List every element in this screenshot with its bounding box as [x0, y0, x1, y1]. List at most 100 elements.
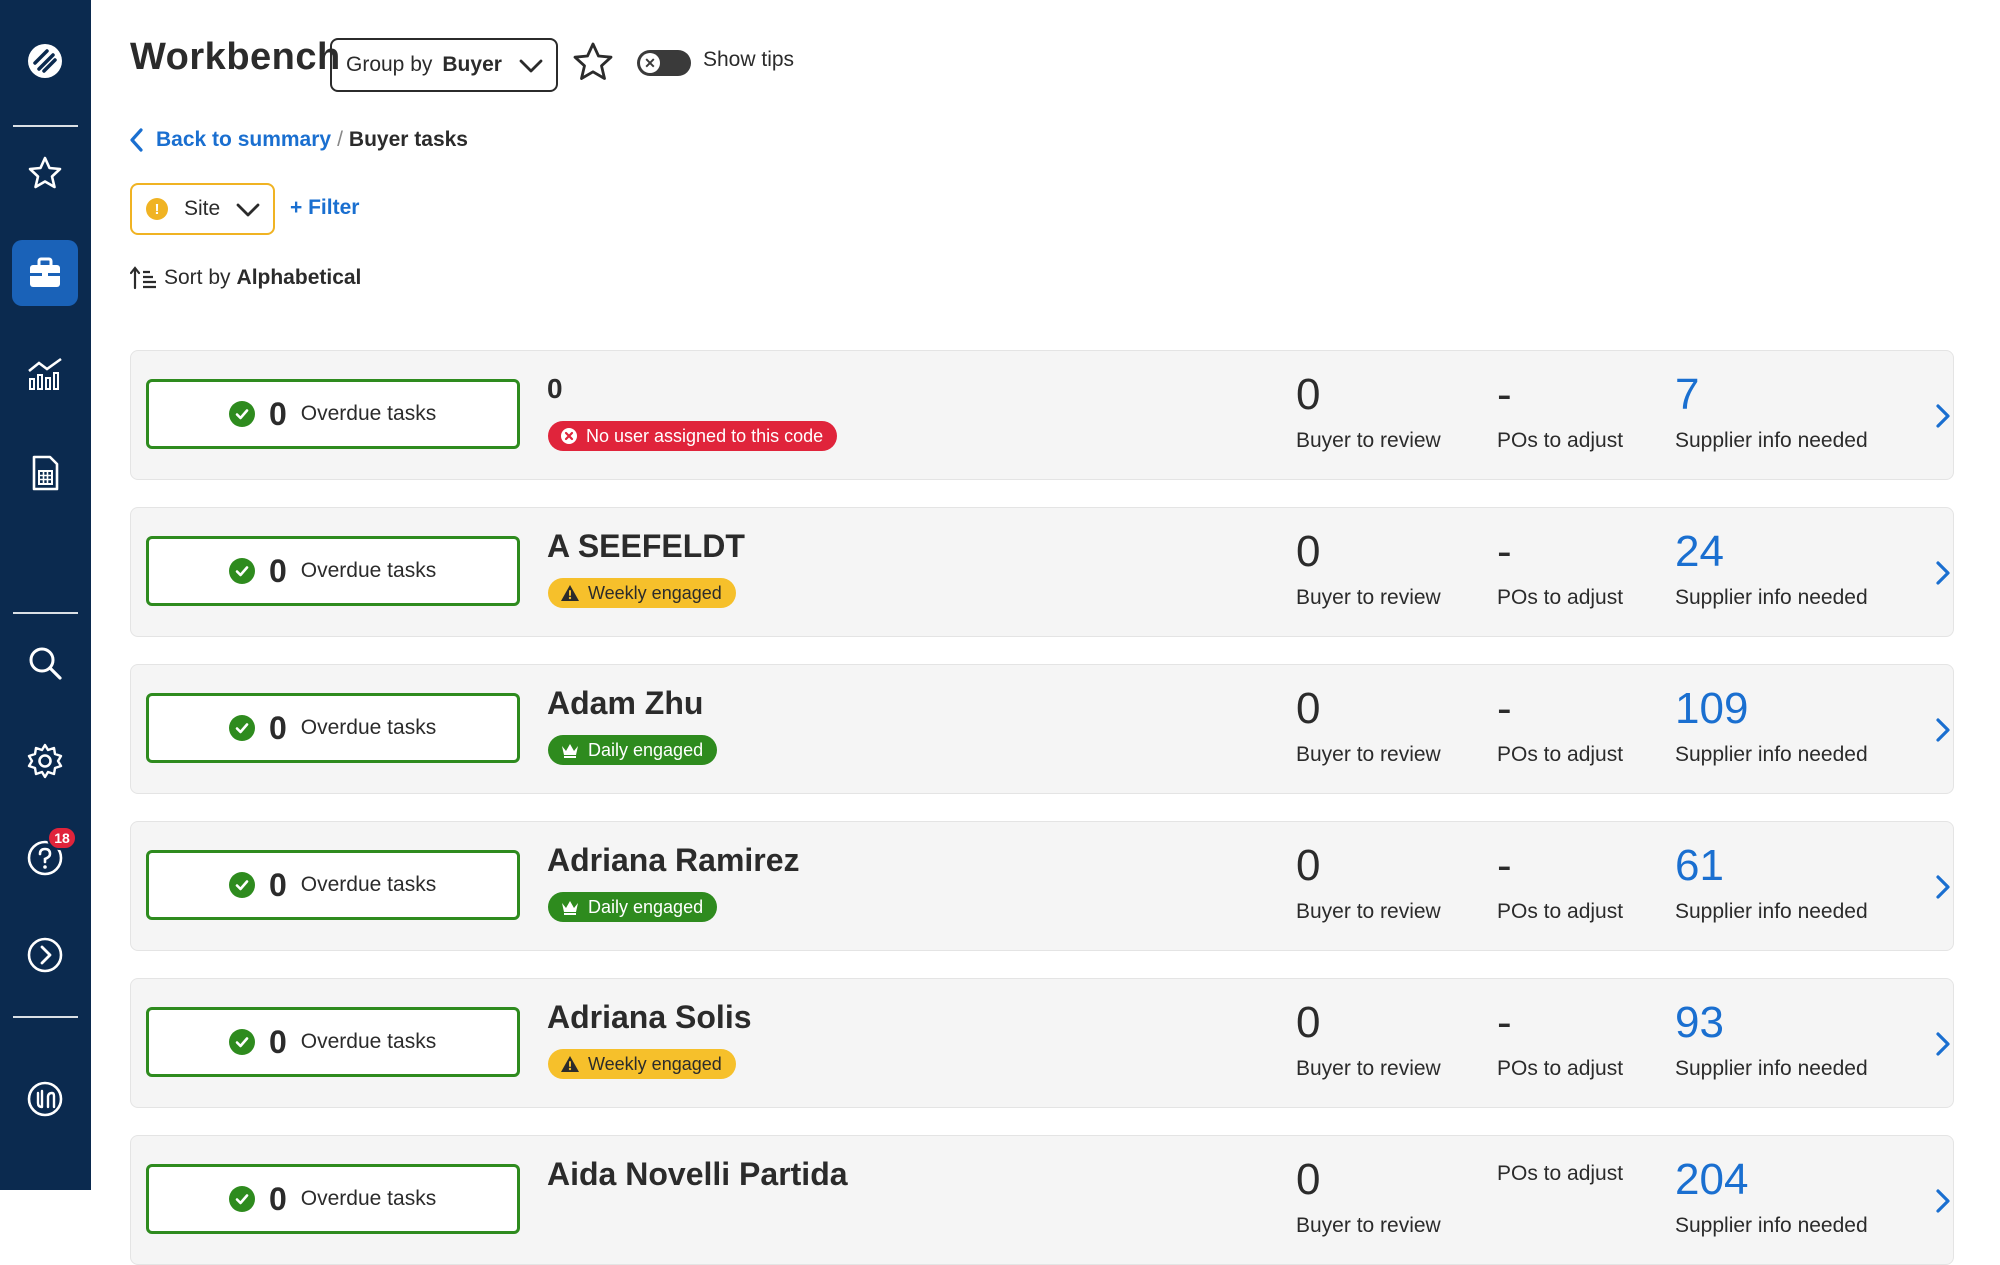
add-filter-button[interactable]: + Filter [290, 196, 359, 220]
buyer-row[interactable]: 0 Overdue tasks 0 No user assigned to this … [130, 350, 1954, 480]
favorites-star-icon[interactable] [12, 140, 78, 206]
crown-icon [560, 741, 580, 759]
overdue-count: 0 [269, 866, 287, 903]
engagement-tag: Weekly engaged [548, 578, 736, 608]
pos-adjust-label: POs to adjust [1497, 1057, 1624, 1080]
engagement-tag: Daily engaged [548, 735, 718, 765]
overdue-tasks-box[interactable]: 0 Overdue tasks [146, 379, 520, 449]
buyer-row[interactable]: 0 Overdue tasks Adriana Ramirez Daily engag… [130, 821, 1954, 951]
overdue-tasks-box[interactable]: 0 Overdue tasks [146, 693, 520, 763]
engagement-tag: No user assigned to this code [548, 421, 838, 451]
sort-control[interactable]: Sort by Alphabetical [130, 266, 361, 290]
search-icon[interactable] [12, 630, 78, 696]
chevron-right-icon[interactable] [1928, 710, 1954, 750]
supplier-info-count[interactable]: 93 [1675, 997, 1868, 1049]
overdue-tasks-box[interactable]: 0 Overdue tasks [146, 1007, 520, 1077]
chevron-right-icon[interactable] [1928, 1024, 1954, 1064]
pos-adjust-label: POs to adjust [1497, 900, 1624, 923]
group-by-label: Group by [346, 53, 433, 76]
toggle-off-x-icon: ✕ [640, 53, 660, 73]
breadcrumb-separator: / [337, 128, 343, 151]
warning-triangle-icon [560, 1055, 580, 1073]
overdue-label: Overdue tasks [300, 559, 437, 582]
supplier-info-count[interactable]: 61 [1675, 840, 1868, 892]
back-to-summary-link[interactable]: Back to summary [156, 128, 331, 152]
buyer-row[interactable]: 0 Overdue tasks Aida Novelli Partida 0 Buyer… [130, 1135, 1954, 1265]
pos-adjust-metric: - POs to adjust [1497, 997, 1623, 1081]
engagement-tag-label: Weekly engaged [588, 582, 722, 603]
chevron-left-icon[interactable] [128, 127, 144, 153]
supplier-info-count[interactable]: 7 [1675, 369, 1868, 421]
pos-adjust-metric: - POs to adjust [1497, 526, 1623, 610]
overdue-count: 0 [269, 552, 287, 589]
chevron-right-icon[interactable] [1928, 396, 1954, 436]
page-title: Workbench [130, 36, 341, 78]
app-logo-icon[interactable] [12, 28, 78, 94]
overdue-tasks-box[interactable]: 0 Overdue tasks [146, 850, 520, 920]
buyer-row[interactable]: 0 Overdue tasks Adriana Solis Weekly engage… [130, 978, 1954, 1108]
check-circle-icon [229, 558, 255, 584]
check-circle-icon [229, 401, 255, 427]
check-circle-icon [229, 1029, 255, 1055]
buyer-name: Adam Zhu [547, 685, 704, 721]
supplier-info-metric[interactable]: 93 Supplier info needed [1675, 997, 1868, 1081]
buyer-review-count: 0 [1296, 527, 1321, 576]
buyer-review-metric: 0 Buyer to review [1296, 997, 1441, 1081]
supplier-info-metric[interactable]: 204 Supplier info needed [1675, 1154, 1868, 1238]
overdue-label: Overdue tasks [300, 716, 437, 739]
buyer-review-label: Buyer to review [1296, 586, 1441, 609]
pos-adjust-count: - [1497, 998, 1512, 1047]
buyer-name: Adriana Ramirez [547, 842, 800, 878]
buyer-name: A SEEFELDT [547, 528, 745, 564]
supplier-info-count[interactable]: 24 [1675, 526, 1868, 578]
pos-adjust-label: POs to adjust [1497, 743, 1624, 766]
supplier-info-metric[interactable]: 24 Supplier info needed [1675, 526, 1868, 610]
overdue-count: 0 [269, 395, 287, 432]
pos-adjust-label: POs to adjust [1497, 586, 1624, 609]
buyer-review-label: Buyer to review [1296, 743, 1441, 766]
group-by-dropdown[interactable]: Group by Buyer [330, 38, 558, 92]
warning-triangle-icon [560, 584, 580, 602]
supplier-info-label: Supplier info needed [1675, 743, 1868, 766]
overdue-tasks-box[interactable]: 0 Overdue tasks [146, 1164, 520, 1234]
buyer-review-label: Buyer to review [1296, 429, 1441, 452]
chevron-right-icon[interactable] [1928, 1181, 1954, 1221]
breadcrumb-current: Buyer tasks [348, 128, 468, 151]
supplier-info-count[interactable]: 109 [1675, 683, 1868, 735]
workbench-briefcase-icon[interactable] [12, 240, 78, 306]
site-filter-dropdown[interactable]: ! Site [130, 183, 275, 235]
overdue-label: Overdue tasks [300, 1030, 437, 1053]
chevron-right-icon[interactable] [1928, 553, 1954, 593]
sidebar-divider [13, 125, 78, 127]
supplier-info-label: Supplier info needed [1675, 429, 1868, 452]
report-document-icon[interactable] [12, 440, 78, 506]
buyer-review-label: Buyer to review [1296, 1214, 1441, 1237]
show-tips-toggle[interactable]: ✕ [637, 50, 691, 76]
supplier-info-metric[interactable]: 61 Supplier info needed [1675, 840, 1868, 924]
account-brand-icon[interactable] [12, 1066, 78, 1132]
overdue-label: Overdue tasks [300, 402, 437, 425]
chevron-right-icon[interactable] [1928, 867, 1954, 907]
buyer-review-metric: 0 Buyer to review [1296, 1154, 1441, 1238]
supplier-info-metric[interactable]: 7 Supplier info needed [1675, 369, 1868, 453]
expand-sidebar-chevron-icon[interactable] [12, 922, 78, 988]
supplier-info-count[interactable]: 204 [1675, 1154, 1868, 1206]
supplier-info-label: Supplier info needed [1675, 586, 1868, 609]
sort-ascending-icon [130, 266, 156, 290]
supplier-info-label: Supplier info needed [1675, 1057, 1868, 1080]
analytics-chart-icon[interactable] [12, 340, 78, 406]
pos-adjust-metric: - POs to adjust [1497, 840, 1623, 924]
buyer-review-metric: 0 Buyer to review [1296, 840, 1441, 924]
group-by-value: Buyer [442, 53, 502, 76]
settings-gear-icon[interactable] [12, 728, 78, 794]
supplier-info-metric[interactable]: 109 Supplier info needed [1675, 683, 1868, 767]
crown-icon [560, 898, 580, 916]
error-x-icon [560, 427, 578, 445]
buyer-name: 0 [547, 373, 563, 404]
sidebar-divider [13, 612, 78, 614]
buyer-row[interactable]: 0 Overdue tasks A SEEFELDT Weekly engaged 0 B… [130, 507, 1954, 637]
buyer-row[interactable]: 0 Overdue tasks Adam Zhu Daily engaged 0 Buye… [130, 664, 1954, 794]
overdue-tasks-box[interactable]: 0 Overdue tasks [146, 536, 520, 606]
pos-adjust-count: - [1497, 527, 1512, 576]
favorite-star-icon[interactable] [570, 40, 616, 86]
